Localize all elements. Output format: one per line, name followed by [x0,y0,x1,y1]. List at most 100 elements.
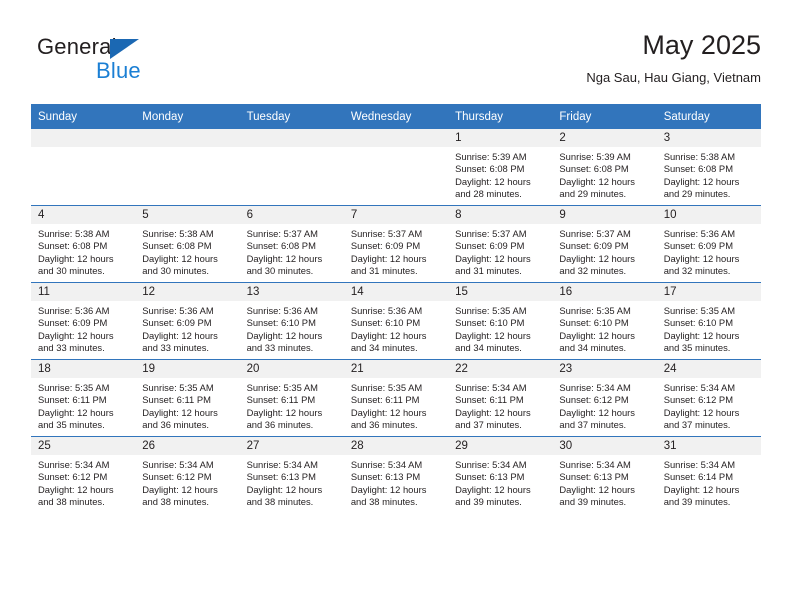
day-number: 27 [239,437,344,455]
sunrise-time: Sunrise: 5:36 AM [38,305,110,316]
day-details: Sunrise: 5:37 AM Sunset: 6:09 PM Daylight:… [344,224,448,277]
day-number: 11 [31,283,136,301]
calendar-day-cell[interactable]: 21 Sunrise: 5:35 AM Sunset: 6:11 PM Dayligh… [343,359,449,437]
calendar-day-cell[interactable]: 11 Sunrise: 5:36 AM Sunset: 6:09 PM Dayligh… [31,282,136,360]
day-details [344,147,448,151]
sunset-time: Sunset: 6:10 PM [559,317,629,329]
daylight-duration-line2: and 38 minutes. [142,495,209,507]
calendar-day-cell[interactable]: 17 Sunrise: 5:35 AM Sunset: 6:10 PM Dayligh… [656,282,761,360]
calendar-day-cell[interactable]: 1 Sunrise: 5:39 AM Sunset: 6:08 PM Daylight… [448,129,553,206]
day-number: 17 [656,283,761,301]
sunrise-time: Sunrise: 5:34 AM [559,382,631,393]
calendar-day-cell[interactable]: 31 Sunrise: 5:34 AM Sunset: 6:14 PM Dayligh… [656,436,761,513]
calendar-day-cell[interactable]: 27 Sunrise: 5:34 AM Sunset: 6:13 PM Dayligh… [239,436,344,513]
day-number: 13 [239,283,344,301]
day-details: Sunrise: 5:36 AM Sunset: 6:09 PM Daylight:… [31,301,135,354]
day-number [135,129,240,147]
calendar-day-cell[interactable]: 6 Sunrise: 5:37 AM Sunset: 6:08 PM Daylight… [239,205,344,283]
sunrise-time: Sunrise: 5:34 AM [246,459,318,470]
calendar-day-cell[interactable]: 2 Sunrise: 5:39 AM Sunset: 6:08 PM Daylight… [552,129,657,206]
day-number: 19 [135,360,240,378]
page-title: May 2025 [642,30,761,60]
calendar-cell-inner: 19 Sunrise: 5:35 AM Sunset: 6:11 PM Dayligh… [135,360,240,436]
calendar-day-cell[interactable]: 3 Sunrise: 5:38 AM Sunset: 6:08 PM Daylight… [656,129,761,206]
daylight-duration-line2: and 38 minutes. [350,495,418,507]
calendar-cell-inner: 24 Sunrise: 5:34 AM Sunset: 6:12 PM Dayligh… [656,360,761,436]
daylight-duration-line1: Daylight: 12 hours [350,406,427,418]
day-number: 5 [135,206,240,224]
calendar-cell-inner: 26 Sunrise: 5:34 AM Sunset: 6:12 PM Dayligh… [135,437,240,513]
day-details: Sunrise: 5:35 AM Sunset: 6:10 PM Daylight:… [448,301,552,354]
calendar-cell-inner: 11 Sunrise: 5:36 AM Sunset: 6:09 PM Dayligh… [31,283,136,359]
sunset-time: Sunset: 6:13 PM [455,471,525,483]
calendar-day-cell[interactable]: 9 Sunrise: 5:37 AM Sunset: 6:09 PM Daylight… [552,205,657,283]
calendar-day-cell[interactable]: 14 Sunrise: 5:36 AM Sunset: 6:10 PM Dayligh… [343,282,449,360]
calendar-day-cell[interactable]: 16 Sunrise: 5:35 AM Sunset: 6:10 PM Dayligh… [552,282,657,360]
sunrise-time: Sunrise: 5:34 AM [663,459,736,470]
calendar-day-cell[interactable]: 30 Sunrise: 5:34 AM Sunset: 6:13 PM Dayligh… [552,436,657,513]
daylight-duration-line2: and 29 minutes. [559,187,627,199]
calendar-cell-inner: 22 Sunrise: 5:34 AM Sunset: 6:11 PM Dayligh… [448,360,553,436]
day-details: Sunrise: 5:35 AM Sunset: 6:11 PM Daylight:… [240,378,344,431]
day-details: Sunrise: 5:34 AM Sunset: 6:13 PM Daylight:… [344,455,448,508]
calendar-day-cell[interactable]: 25 Sunrise: 5:34 AM Sunset: 6:12 PM Dayligh… [31,436,136,513]
calendar-day-cell[interactable]: 24 Sunrise: 5:34 AM Sunset: 6:12 PM Dayligh… [656,359,761,437]
day-details: Sunrise: 5:34 AM Sunset: 6:13 PM Daylight:… [240,455,344,508]
calendar-day-cell[interactable]: 7 Sunrise: 5:37 AM Sunset: 6:09 PM Daylight… [343,205,449,283]
calendar-week-row: 25 Sunrise: 5:34 AM Sunset: 6:12 PM Dayligh… [31,436,761,513]
calendar-day-cell[interactable]: 20 Sunrise: 5:35 AM Sunset: 6:11 PM Dayligh… [239,359,344,437]
daylight-duration-line1: Daylight: 12 hours [350,483,427,495]
calendar-day-cell[interactable]: 8 Sunrise: 5:37 AM Sunset: 6:09 PM Daylight… [448,205,553,283]
calendar-day-cell[interactable]: 22 Sunrise: 5:34 AM Sunset: 6:11 PM Dayligh… [448,359,553,437]
daylight-duration-line2: and 30 minutes. [246,264,314,276]
calendar-day-cell[interactable]: 19 Sunrise: 5:35 AM Sunset: 6:11 PM Dayligh… [135,359,240,437]
calendar-day-cell[interactable]: 18 Sunrise: 5:35 AM Sunset: 6:11 PM Dayligh… [31,359,136,437]
sunset-time: Sunset: 6:12 PM [559,394,629,406]
day-details: Sunrise: 5:37 AM Sunset: 6:09 PM Daylight:… [552,224,656,277]
calendar-day-cell[interactable]: 15 Sunrise: 5:35 AM Sunset: 6:10 PM Dayligh… [448,282,553,360]
day-number: 9 [552,206,657,224]
general-blue-logo[interactable]: General Blue [37,34,217,90]
sunrise-time: Sunrise: 5:38 AM [663,151,736,162]
calendar-cell-inner: 1 Sunrise: 5:39 AM Sunset: 6:08 PM Daylight… [448,129,553,205]
sunset-time: Sunset: 6:08 PM [663,163,733,175]
daylight-duration-line1: Daylight: 12 hours [559,329,635,341]
sunrise-time: Sunrise: 5:34 AM [350,459,423,470]
calendar-cell-inner: 28 Sunrise: 5:34 AM Sunset: 6:13 PM Dayligh… [343,437,449,513]
day-number: 2 [552,129,657,147]
calendar-day-cell[interactable]: 23 Sunrise: 5:34 AM Sunset: 6:12 PM Dayligh… [552,359,657,437]
day-number: 26 [135,437,240,455]
sunset-time: Sunset: 6:10 PM [663,317,733,329]
daylight-duration-line2: and 37 minutes. [663,418,731,430]
calendar-cell-inner: 8 Sunrise: 5:37 AM Sunset: 6:09 PM Daylight… [448,206,553,282]
calendar-day-cell[interactable]: 4 Sunrise: 5:38 AM Sunset: 6:08 PM Daylight… [31,205,136,283]
sunrise-time: Sunrise: 5:38 AM [142,228,214,239]
day-number: 16 [552,283,657,301]
day-details: Sunrise: 5:34 AM Sunset: 6:13 PM Daylight:… [552,455,656,508]
day-details: Sunrise: 5:36 AM Sunset: 6:09 PM Daylight:… [135,301,239,354]
calendar-day-cell[interactable]: 29 Sunrise: 5:34 AM Sunset: 6:13 PM Dayligh… [448,436,553,513]
calendar-day-cell[interactable]: 28 Sunrise: 5:34 AM Sunset: 6:13 PM Dayligh… [343,436,449,513]
daylight-duration-line2: and 37 minutes. [455,418,522,430]
calendar-day-cell[interactable]: 10 Sunrise: 5:36 AM Sunset: 6:09 PM Dayligh… [656,205,761,283]
calendar-day-cell[interactable]: 13 Sunrise: 5:36 AM Sunset: 6:10 PM Dayligh… [239,282,344,360]
sunrise-time: Sunrise: 5:35 AM [559,305,631,316]
day-details: Sunrise: 5:35 AM Sunset: 6:11 PM Daylight:… [344,378,448,431]
day-details: Sunrise: 5:34 AM Sunset: 6:12 PM Daylight:… [657,378,761,431]
daylight-duration-line2: and 36 minutes. [246,418,314,430]
calendar-day-cell[interactable]: 5 Sunrise: 5:38 AM Sunset: 6:08 PM Daylight… [135,205,240,283]
day-number: 12 [135,283,240,301]
day-details: Sunrise: 5:37 AM Sunset: 6:09 PM Daylight:… [448,224,552,277]
sunrise-time: Sunrise: 5:36 AM [350,305,423,316]
calendar-day-cell[interactable]: 12 Sunrise: 5:36 AM Sunset: 6:09 PM Dayligh… [135,282,240,360]
calendar-day-cell[interactable]: 26 Sunrise: 5:34 AM Sunset: 6:12 PM Dayligh… [135,436,240,513]
daylight-duration-line1: Daylight: 12 hours [455,406,531,418]
sunrise-time: Sunrise: 5:35 AM [142,382,214,393]
daylight-duration-line2: and 28 minutes. [455,187,522,199]
daylight-duration-line1: Daylight: 12 hours [246,406,323,418]
sunrise-time: Sunrise: 5:35 AM [350,382,423,393]
day-details: Sunrise: 5:39 AM Sunset: 6:08 PM Daylight:… [448,147,552,200]
daylight-duration-line1: Daylight: 12 hours [38,252,114,264]
daylight-duration-line2: and 36 minutes. [142,418,209,430]
sunset-time: Sunset: 6:08 PM [559,163,629,175]
